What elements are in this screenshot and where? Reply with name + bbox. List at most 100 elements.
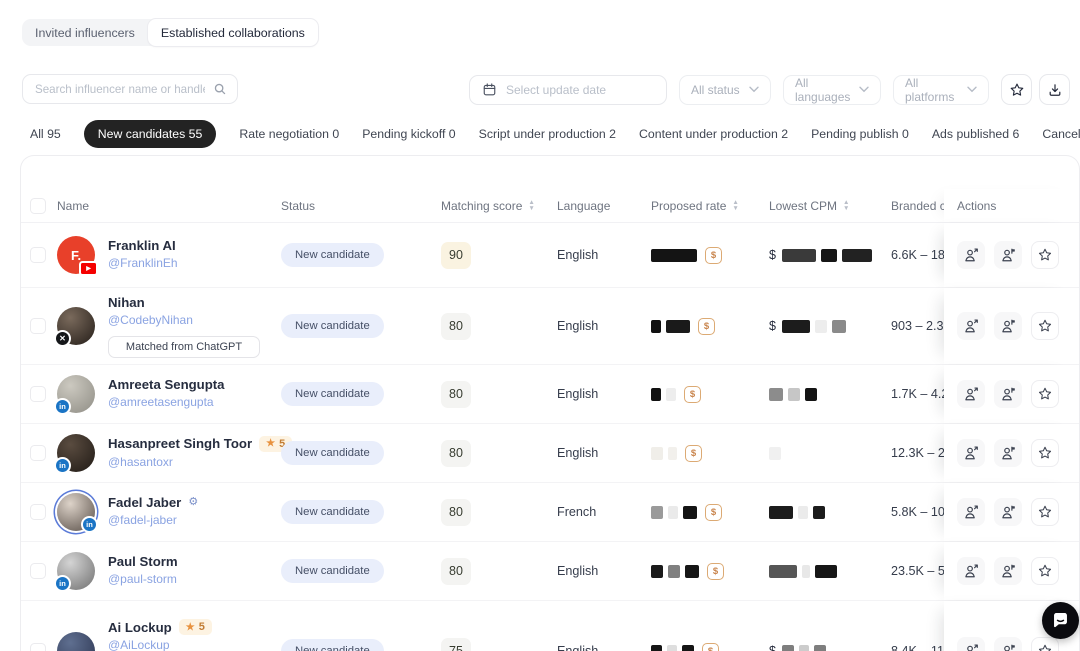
- influencer-handle-link[interactable]: @AiLockup: [108, 638, 170, 651]
- cpm-currency-prefix: $: [769, 644, 776, 651]
- select-all-checkbox[interactable]: [30, 198, 46, 214]
- redacted-value: [842, 249, 872, 262]
- column-label: Lowest CPM: [769, 199, 837, 213]
- dropdown-all-languages[interactable]: All languages: [783, 75, 881, 105]
- score-cell: 80: [441, 313, 557, 340]
- add-contact-button[interactable]: [957, 241, 985, 269]
- rate-dollar-icon: $: [707, 563, 724, 580]
- star-icon: ★: [266, 438, 275, 449]
- influencer-name: Amreeta Sengupta: [108, 377, 225, 392]
- proposed-rate-cell: $: [651, 563, 769, 580]
- favorite-button[interactable]: [1031, 439, 1059, 467]
- redacted-value: [814, 645, 826, 651]
- person-flag-icon: [1000, 445, 1017, 462]
- lowest-cpm-cell: $: [769, 319, 891, 333]
- avatar: F.▶: [57, 236, 95, 274]
- assign-contact-button[interactable]: [994, 439, 1022, 467]
- influencer-name: Ai Lockup: [108, 620, 172, 635]
- pill-pending-publish-0[interactable]: Pending publish 0: [811, 127, 909, 141]
- redacted-value: [802, 565, 810, 578]
- table-row[interactable]: inHasanpreet Singh Toor★5@hasantoxrNew c…: [21, 424, 1079, 483]
- name-cell: ▶Ai Lockup★5@AiLockup: [57, 619, 281, 651]
- dropdown-all-status[interactable]: All status: [679, 75, 771, 105]
- redacted-value: [651, 645, 662, 651]
- influencer-name: Nihan: [108, 295, 145, 310]
- influencer-handle-link[interactable]: @CodebyNihan: [108, 313, 193, 327]
- add-contact-button[interactable]: [957, 380, 985, 408]
- row-checkbox[interactable]: [30, 563, 46, 579]
- status-badge: New candidate: [281, 639, 384, 651]
- add-contact-button[interactable]: [957, 498, 985, 526]
- row-checkbox[interactable]: [30, 504, 46, 520]
- row-checkbox[interactable]: [30, 247, 46, 263]
- status-cell: New candidate: [281, 639, 441, 651]
- sort-toggle-icon[interactable]: ▲▼: [528, 200, 534, 211]
- actions-cell: [944, 483, 1079, 541]
- row-checkbox[interactable]: [30, 386, 46, 402]
- dropdown-all-platforms[interactable]: All platforms: [893, 75, 989, 105]
- redacted-value: [799, 645, 809, 651]
- pill-script-under-production-2[interactable]: Script under production 2: [479, 127, 616, 141]
- sort-toggle-icon[interactable]: ▲▼: [843, 200, 849, 211]
- pill-rate-negotiation-0[interactable]: Rate negotiation 0: [239, 127, 339, 141]
- row-checkbox[interactable]: [30, 318, 46, 334]
- add-contact-button[interactable]: [957, 439, 985, 467]
- favorite-button[interactable]: [1031, 637, 1059, 651]
- favorites-filter-button[interactable]: [1001, 74, 1032, 105]
- table-row[interactable]: inFadel Jaber⚙@fadel-jaberNew candidate8…: [21, 483, 1079, 542]
- influencer-handle-link[interactable]: @hasantoxr: [108, 455, 173, 469]
- table-row[interactable]: inAmreeta Sengupta@amreetasenguptaNew ca…: [21, 365, 1079, 424]
- rate-dollar-icon: $: [684, 386, 701, 403]
- assign-contact-button[interactable]: [994, 312, 1022, 340]
- influencer-handle-link[interactable]: @amreetasengupta: [108, 395, 214, 409]
- table-header: NameStatusMatching score▲▼LanguagePropos…: [21, 189, 1079, 223]
- rate-dollar-icon: $: [685, 445, 702, 462]
- influencer-handle-link[interactable]: @paul-storm: [108, 572, 177, 586]
- export-button[interactable]: [1039, 74, 1070, 105]
- table-row[interactable]: inPaul Storm@paul-stormNew candidate80En…: [21, 542, 1079, 601]
- row-checkbox-cell: [23, 643, 57, 651]
- assign-contact-button[interactable]: [994, 241, 1022, 269]
- pill-ads-published-6[interactable]: Ads published 6: [932, 127, 1020, 141]
- update-date-picker[interactable]: Select update date: [469, 75, 667, 105]
- add-contact-button[interactable]: [957, 312, 985, 340]
- favorite-button[interactable]: [1031, 498, 1059, 526]
- x-badge-icon: ✕: [54, 330, 71, 347]
- row-checkbox[interactable]: [30, 445, 46, 461]
- pill-pending-kickoff-0[interactable]: Pending kickoff 0: [362, 127, 455, 141]
- influencer-handle-link[interactable]: @fadel-jaber: [108, 513, 177, 527]
- assign-contact-button[interactable]: [994, 380, 1022, 408]
- table-row[interactable]: F.▶Franklin AI@FranklinEhNew candidate90…: [21, 223, 1079, 288]
- redacted-value: [798, 506, 808, 519]
- add-contact-button[interactable]: [957, 557, 985, 585]
- pill-canceled-30[interactable]: Canceled 30: [1042, 127, 1080, 141]
- favorite-button[interactable]: [1031, 380, 1059, 408]
- assign-contact-button[interactable]: [994, 557, 1022, 585]
- star-icon: [1037, 386, 1053, 402]
- influencer-handle-link[interactable]: @FranklinEh: [108, 256, 178, 270]
- favorite-button[interactable]: [1031, 241, 1059, 269]
- table-row[interactable]: ✕Nihan@CodebyNihanMatched from ChatGPTNe…: [21, 288, 1079, 365]
- name-line: Paul Storm: [108, 554, 178, 569]
- tab-established-collaborations[interactable]: Established collaborations: [148, 19, 318, 46]
- pill-all-95[interactable]: All 95: [30, 127, 61, 141]
- chat-launcher-button[interactable]: [1042, 602, 1079, 639]
- add-contact-button[interactable]: [957, 637, 985, 651]
- matching-score-badge: 80: [441, 313, 471, 340]
- chat-bubble-icon: [1051, 611, 1070, 630]
- table-row[interactable]: ▶Ai Lockup★5@AiLockupNew candidate75Engl…: [21, 601, 1079, 651]
- row-checkbox[interactable]: [30, 643, 46, 651]
- tab-invited-influencers[interactable]: Invited influencers: [22, 19, 148, 46]
- favorite-button[interactable]: [1031, 312, 1059, 340]
- search-input[interactable]: [33, 82, 207, 97]
- pill-new-candidates-55[interactable]: New candidates 55: [84, 120, 217, 148]
- assign-contact-button[interactable]: [994, 637, 1022, 651]
- column-label: Branded c: [891, 199, 946, 213]
- person-flag-icon: [1000, 386, 1017, 403]
- assign-contact-button[interactable]: [994, 498, 1022, 526]
- sort-toggle-icon[interactable]: ▲▼: [732, 200, 738, 211]
- chevron-down-icon: [967, 86, 977, 93]
- lowest-cpm-cell: [769, 506, 891, 519]
- pill-content-under-production-2[interactable]: Content under production 2: [639, 127, 788, 141]
- favorite-button[interactable]: [1031, 557, 1059, 585]
